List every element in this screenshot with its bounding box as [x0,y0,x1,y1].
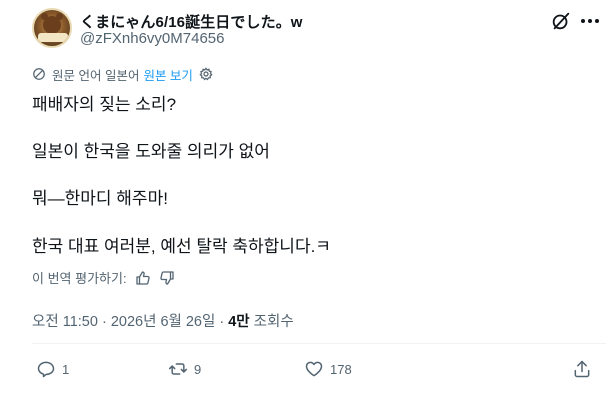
divider [32,343,606,344]
author-handle[interactable]: @zFXnh6vy0M74656 [80,30,224,47]
tweet-meta: 오전 11:50 · 2026년 6월 26일 · 4만 조회수 [32,310,294,331]
like-button[interactable]: 178 [304,358,352,380]
repost-icon [168,363,188,375]
avatar-banner [38,33,68,42]
like-icon [305,361,323,377]
rate-translation-row: 이 번역 평가하기: [32,268,175,287]
reply-button[interactable]: 1 [36,358,69,380]
author-display-name[interactable]: くまにゃん6/16誕生日でした。w [80,11,303,32]
share-button[interactable] [572,358,592,380]
like-count: 178 [330,361,352,377]
tweet-date[interactable]: 2026년 6월 26일 [111,314,216,330]
show-original-link[interactable]: 원본 보기 [143,65,192,84]
tweet-line-4: 한국 대표 여러분, 예선 탈락 축하합니다.ㅋ [32,237,331,256]
thumbs-up-icon[interactable] [135,270,151,286]
grok-icon[interactable] [550,10,572,32]
share-icon [574,360,590,378]
avatar[interactable] [32,8,72,48]
avatar-bear [41,13,63,34]
views-count: 4만 [228,314,250,330]
globe-icon [33,68,45,80]
tweet-time[interactable]: 오전 11:50 [32,314,98,330]
meta-separator: · [97,314,111,330]
translation-note: 원문 언어 일본어 [52,68,140,83]
more-icon[interactable] [578,10,602,32]
gear-icon[interactable] [199,67,213,81]
translation-row: 원문 언어 일본어 원본 보기 [32,65,213,83]
rate-translation-label: 이 번역 평가하기: [32,271,127,286]
repost-count: 9 [194,361,202,377]
meta-separator: · [215,314,229,330]
reply-count: 1 [62,361,70,377]
thumbs-down-icon[interactable] [159,270,175,286]
views-label: 조회수 [253,314,294,330]
tweet-line-1: 패배자의 짖는 소리? [32,95,177,114]
reply-icon [37,361,55,378]
repost-button[interactable]: 9 [168,358,201,380]
tweet-line-2: 일본이 한국을 도와줄 의리가 없어 [32,142,270,161]
tweet-line-3: 뭐—한마디 해주마! [32,189,168,208]
